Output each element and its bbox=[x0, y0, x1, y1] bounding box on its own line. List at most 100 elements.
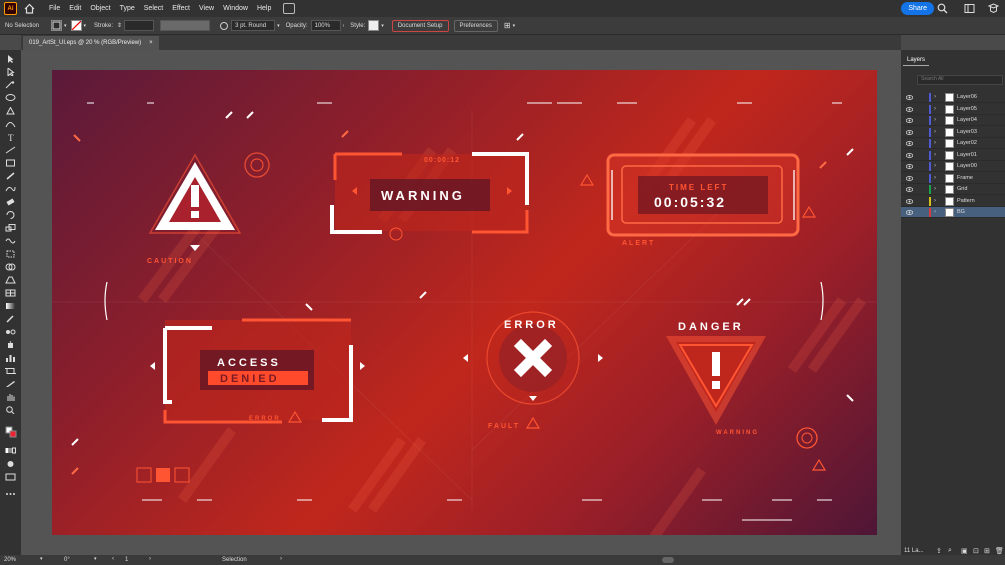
layers-tab[interactable]: Layers bbox=[903, 54, 930, 66]
menu-type[interactable]: Type bbox=[120, 5, 135, 12]
menu-file[interactable]: File bbox=[49, 5, 60, 12]
layer-row-grid[interactable]: › Grid bbox=[901, 184, 1005, 195]
more-tools-icon[interactable] bbox=[5, 490, 16, 498]
direct-selection-tool-icon[interactable] bbox=[5, 66, 16, 78]
trash-icon[interactable]: 🗑 bbox=[995, 547, 1004, 555]
screen-mode-icon[interactable] bbox=[5, 473, 16, 481]
workspace-icon[interactable] bbox=[964, 3, 975, 14]
layers-search-input[interactable]: Search All bbox=[917, 75, 1003, 85]
hand-tool-icon[interactable] bbox=[5, 393, 16, 401]
slice-tool-icon[interactable] bbox=[5, 380, 16, 388]
layer-row-layer05[interactable]: › Layer05 bbox=[901, 104, 1005, 115]
eye-icon[interactable] bbox=[906, 198, 913, 204]
chevron-right-icon[interactable]: › bbox=[343, 23, 345, 29]
rotation-value[interactable]: 0° bbox=[64, 557, 70, 563]
variable-width-profile[interactable] bbox=[160, 20, 211, 31]
next-artboard-icon[interactable]: › bbox=[149, 556, 151, 562]
chevron-right-icon[interactable]: › bbox=[934, 140, 936, 146]
chevron-down-icon[interactable]: ▾ bbox=[84, 23, 87, 29]
eye-icon[interactable] bbox=[906, 187, 913, 192]
layer-row-layer01[interactable]: › Layer01 bbox=[901, 150, 1005, 161]
lasso-tool-icon[interactable] bbox=[5, 94, 16, 102]
paintbrush-tool-icon[interactable] bbox=[5, 172, 16, 180]
perspective-grid-tool-icon[interactable] bbox=[5, 276, 16, 284]
opacity-field[interactable]: 100% bbox=[310, 20, 341, 31]
share-button[interactable]: Share bbox=[901, 2, 934, 15]
layer-row-pattern[interactable]: › Pattern bbox=[901, 196, 1005, 207]
chevron-down-icon[interactable]: ▾ bbox=[40, 556, 43, 562]
chevron-right-icon[interactable]: › bbox=[934, 209, 936, 215]
document-tab[interactable]: 019_ArtSt_UI.eps @ 20 % (RGB/Preview) × bbox=[23, 36, 159, 50]
menu-edit[interactable]: Edit bbox=[69, 5, 81, 12]
home-icon[interactable] bbox=[23, 3, 35, 15]
color-mode-icon[interactable] bbox=[5, 447, 16, 455]
gradient-tool-icon[interactable] bbox=[5, 302, 16, 310]
arrange-documents-icon[interactable] bbox=[283, 3, 296, 14]
chevron-right-icon[interactable]: › bbox=[934, 129, 936, 135]
layer-row-frame[interactable]: › Frame bbox=[901, 173, 1005, 184]
eyedropper-tool-icon[interactable] bbox=[5, 315, 16, 323]
eye-icon[interactable] bbox=[906, 106, 913, 112]
eye-icon[interactable] bbox=[906, 175, 913, 181]
new-layer-icon[interactable]: ⊞ bbox=[984, 547, 990, 555]
eye-icon[interactable] bbox=[906, 95, 913, 100]
document-setup-button[interactable]: Document Setup bbox=[391, 19, 449, 32]
previous-artboard-icon[interactable]: ‹ bbox=[112, 556, 114, 562]
clipping-mask-icon[interactable]: ▣ bbox=[961, 547, 968, 555]
horizontal-scrollbar[interactable] bbox=[662, 557, 674, 563]
chevron-right-icon[interactable]: › bbox=[934, 198, 936, 204]
chevron-down-icon[interactable]: ▾ bbox=[94, 556, 97, 562]
shape-builder-tool-icon[interactable] bbox=[5, 263, 16, 271]
zoom-tool-icon[interactable] bbox=[5, 406, 16, 415]
warp-tool-icon[interactable] bbox=[5, 237, 16, 245]
menu-window[interactable]: Window bbox=[223, 5, 248, 12]
column-graph-tool-icon[interactable] bbox=[5, 354, 16, 362]
chevron-right-icon[interactable]: › bbox=[934, 163, 936, 169]
eye-icon[interactable] bbox=[906, 152, 913, 158]
chevron-right-icon[interactable]: › bbox=[934, 106, 936, 112]
fill-swatch[interactable] bbox=[51, 20, 62, 31]
locate-object-icon[interactable]: ⌕ bbox=[948, 547, 952, 555]
eye-icon[interactable] bbox=[906, 129, 913, 135]
chevron-right-icon[interactable]: › bbox=[934, 152, 936, 158]
chevron-down-icon[interactable]: ▾ bbox=[277, 23, 280, 29]
chevron-right-icon[interactable]: › bbox=[280, 556, 282, 562]
layer-row-layer06[interactable]: › Layer06 bbox=[901, 92, 1005, 103]
layer-row-layer02[interactable]: › Layer02 bbox=[901, 138, 1005, 149]
stroke-swatch[interactable] bbox=[70, 20, 82, 31]
layer-row-layer00[interactable]: › Layer00 bbox=[901, 161, 1005, 172]
layer-row-layer03[interactable]: › Layer03 bbox=[901, 127, 1005, 138]
fill-stroke-swatch-icon[interactable] bbox=[5, 426, 17, 438]
drawing-mode-icon[interactable] bbox=[5, 460, 16, 468]
layer-row-bg[interactable]: › BG bbox=[901, 207, 1005, 218]
curvature-tool-icon[interactable] bbox=[5, 120, 16, 128]
stroke-weight-field[interactable] bbox=[124, 20, 155, 31]
zoom-level[interactable]: 20% bbox=[4, 557, 16, 563]
line-tool-icon[interactable] bbox=[5, 146, 16, 154]
free-transform-tool-icon[interactable] bbox=[5, 250, 16, 258]
menu-select[interactable]: Select bbox=[144, 5, 163, 12]
mesh-tool-icon[interactable] bbox=[5, 289, 16, 297]
brush-definition-dropdown[interactable]: 3 pt. Round bbox=[231, 20, 276, 31]
artboard-tool-icon[interactable] bbox=[5, 367, 16, 375]
chevron-down-icon[interactable]: ▾ bbox=[513, 23, 516, 29]
rotate-tool-icon[interactable] bbox=[5, 211, 16, 219]
eye-icon[interactable] bbox=[906, 141, 913, 146]
eye-icon[interactable] bbox=[906, 118, 913, 123]
eraser-tool-icon[interactable] bbox=[5, 198, 16, 206]
chevron-right-icon[interactable]: › bbox=[934, 186, 936, 192]
menu-object[interactable]: Object bbox=[90, 5, 110, 12]
selection-tool-icon[interactable] bbox=[5, 55, 16, 63]
pen-tool-icon[interactable] bbox=[5, 106, 16, 115]
search-icon[interactable] bbox=[937, 3, 948, 14]
menu-help[interactable]: Help bbox=[257, 5, 271, 12]
chevron-down-icon[interactable]: ▾ bbox=[381, 23, 384, 29]
new-sublayer-icon[interactable]: ⊡ bbox=[973, 547, 979, 555]
align-icon[interactable]: ⊞ bbox=[504, 21, 511, 30]
style-swatch[interactable] bbox=[368, 20, 380, 31]
menu-view[interactable]: View bbox=[199, 5, 214, 12]
artboard[interactable]: CAUTION WARNING 00:00:12 TIME LEFT 00:05… bbox=[52, 70, 877, 535]
scale-tool-icon[interactable] bbox=[5, 224, 16, 232]
layer-row-layer04[interactable]: › Layer04 bbox=[901, 115, 1005, 126]
artboard-number[interactable]: 1 bbox=[125, 557, 128, 563]
